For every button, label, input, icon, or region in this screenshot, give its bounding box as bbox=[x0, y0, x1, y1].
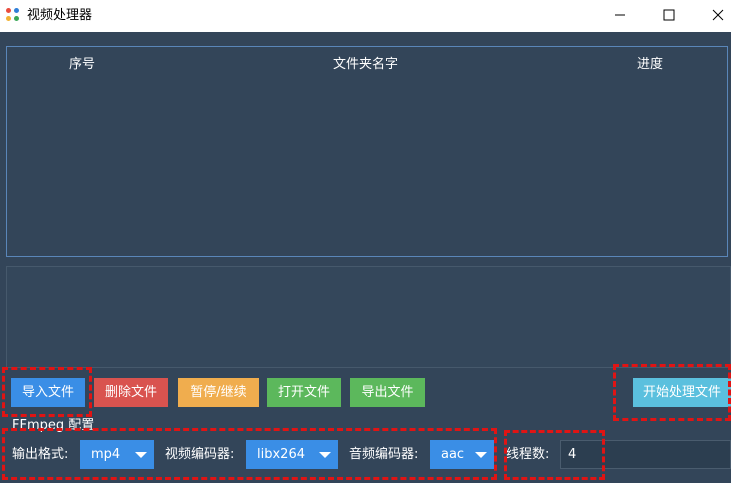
title-bar: 视频处理器 bbox=[0, 0, 731, 32]
maximize-button[interactable] bbox=[646, 0, 692, 32]
export-files-button[interactable]: 导出文件 bbox=[350, 378, 425, 407]
highlight-box-import bbox=[2, 367, 92, 417]
column-header-progress[interactable]: 进度 bbox=[637, 57, 663, 73]
window-title: 视频处理器 bbox=[27, 8, 93, 23]
column-header-folder-name[interactable]: 文件夹名字 bbox=[333, 57, 398, 73]
file-table[interactable]: 序号 文件夹名字 进度 bbox=[6, 46, 728, 257]
column-header-index[interactable]: 序号 bbox=[69, 57, 95, 73]
close-button[interactable] bbox=[695, 0, 731, 32]
minimize-button[interactable] bbox=[597, 0, 643, 32]
minimize-icon bbox=[615, 14, 625, 16]
maximize-icon bbox=[663, 9, 675, 21]
highlight-box-threads bbox=[504, 430, 605, 480]
delete-files-button[interactable]: 删除文件 bbox=[94, 378, 168, 407]
app-icon bbox=[6, 8, 20, 22]
close-icon bbox=[712, 9, 724, 21]
open-file-button[interactable]: 打开文件 bbox=[267, 378, 341, 407]
pause-resume-button[interactable]: 暂停/继续 bbox=[178, 378, 259, 407]
log-area[interactable] bbox=[6, 266, 731, 368]
highlight-box-config bbox=[2, 428, 497, 480]
highlight-box-start bbox=[613, 364, 731, 421]
